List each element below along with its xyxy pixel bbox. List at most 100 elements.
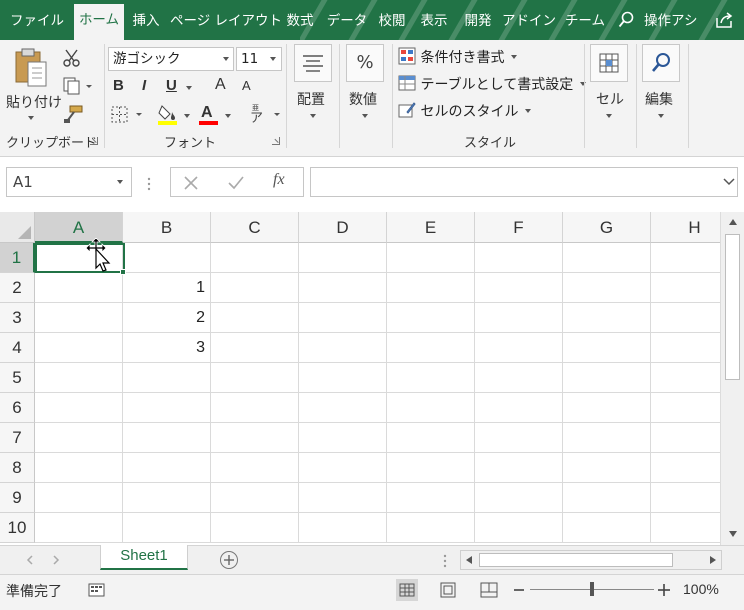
format-as-table-button[interactable]: テーブルとして書式設定: [398, 74, 586, 94]
format-painter-icon[interactable]: [62, 104, 84, 124]
tab-developer[interactable]: 開発: [460, 6, 496, 36]
alignment-button[interactable]: 配置: [292, 44, 336, 128]
cell-g3[interactable]: [563, 303, 651, 333]
row-header-9[interactable]: 9: [0, 483, 35, 513]
cell-b5[interactable]: [123, 363, 211, 393]
cell-f10[interactable]: [475, 513, 563, 543]
cell-f2[interactable]: [475, 273, 563, 303]
formula-bar-splitter-icon[interactable]: [146, 177, 152, 191]
cell-f1[interactable]: [475, 243, 563, 273]
chevron-down-icon[interactable]: [184, 114, 190, 118]
cell-f5[interactable]: [475, 363, 563, 393]
cancel-entry-icon[interactable]: [183, 175, 199, 191]
cell-e1[interactable]: [387, 243, 475, 273]
cell-c1[interactable]: [211, 243, 299, 273]
row-header-3[interactable]: 3: [0, 303, 35, 333]
scroll-up-icon[interactable]: [728, 218, 738, 226]
cell-g6[interactable]: [563, 393, 651, 423]
fill-handle[interactable]: [120, 269, 126, 275]
cell-styles-button[interactable]: セルのスタイル: [398, 101, 531, 121]
copy-icon[interactable]: [62, 76, 92, 96]
name-box[interactable]: A1: [6, 167, 132, 197]
add-sheet-button[interactable]: [220, 551, 238, 569]
cell-d7[interactable]: [299, 423, 387, 453]
column-header-g[interactable]: G: [563, 212, 651, 243]
cell-g5[interactable]: [563, 363, 651, 393]
cell-h7[interactable]: [651, 423, 720, 453]
font-name-combo[interactable]: 游ゴシック: [108, 47, 234, 71]
cell-f3[interactable]: [475, 303, 563, 333]
row-header-4[interactable]: 4: [0, 333, 35, 363]
cell-c5[interactable]: [211, 363, 299, 393]
cut-icon[interactable]: [62, 48, 82, 68]
cell-e8[interactable]: [387, 453, 475, 483]
cell-g10[interactable]: [563, 513, 651, 543]
tab-view[interactable]: 表示: [416, 6, 452, 36]
column-header-c[interactable]: C: [211, 212, 299, 243]
cell-b6[interactable]: [123, 393, 211, 423]
cell-a6[interactable]: [35, 393, 123, 423]
cell-e9[interactable]: [387, 483, 475, 513]
row-header-10[interactable]: 10: [0, 513, 35, 543]
cell-d8[interactable]: [299, 453, 387, 483]
sheet-tab-sheet1[interactable]: Sheet1: [100, 545, 188, 570]
horizontal-scroll-thumb[interactable]: [479, 553, 673, 567]
cell-e5[interactable]: [387, 363, 475, 393]
tell-me-box[interactable]: 操作アシ: [644, 6, 706, 36]
cell-a3[interactable]: [35, 303, 123, 333]
row-header-7[interactable]: 7: [0, 423, 35, 453]
cell-a9[interactable]: [35, 483, 123, 513]
cell-h5[interactable]: [651, 363, 720, 393]
cell-a5[interactable]: [35, 363, 123, 393]
scroll-left-icon[interactable]: [465, 555, 473, 565]
cell-b1[interactable]: [123, 243, 211, 273]
cell-f7[interactable]: [475, 423, 563, 453]
cell-e6[interactable]: [387, 393, 475, 423]
tab-review[interactable]: 校閲: [374, 6, 410, 36]
cell-a2[interactable]: [35, 273, 123, 303]
cell-d4[interactable]: [299, 333, 387, 363]
cell-b7[interactable]: [123, 423, 211, 453]
vertical-scroll-thumb[interactable]: [725, 234, 740, 380]
increase-font-button[interactable]: A: [215, 76, 226, 94]
font-launcher-icon[interactable]: [272, 137, 280, 145]
cell-a4[interactable]: [35, 333, 123, 363]
cell-h9[interactable]: [651, 483, 720, 513]
bold-button[interactable]: B: [113, 77, 124, 94]
tab-addins[interactable]: アドイン: [502, 6, 556, 36]
cell-f6[interactable]: [475, 393, 563, 423]
cell-c8[interactable]: [211, 453, 299, 483]
column-header-f[interactable]: F: [475, 212, 563, 243]
scroll-right-icon[interactable]: [709, 555, 717, 565]
cell-e4[interactable]: [387, 333, 475, 363]
cell-e2[interactable]: [387, 273, 475, 303]
row-header-2[interactable]: 2: [0, 273, 35, 303]
cell-h2[interactable]: [651, 273, 720, 303]
cell-e10[interactable]: [387, 513, 475, 543]
column-header-d[interactable]: D: [299, 212, 387, 243]
cell-a10[interactable]: [35, 513, 123, 543]
cell-h3[interactable]: [651, 303, 720, 333]
zoom-in-icon[interactable]: [658, 584, 670, 596]
conditional-formatting-button[interactable]: 条件付き書式: [398, 47, 517, 67]
expand-formula-bar-icon[interactable]: [723, 178, 735, 186]
cell-g2[interactable]: [563, 273, 651, 303]
cell-g9[interactable]: [563, 483, 651, 513]
cell-c4[interactable]: [211, 333, 299, 363]
cell-e7[interactable]: [387, 423, 475, 453]
borders-icon[interactable]: [110, 104, 146, 126]
sheet-prev-icon[interactable]: [26, 555, 34, 565]
cell-f4[interactable]: [475, 333, 563, 363]
clipboard-launcher-icon[interactable]: [90, 137, 98, 145]
cell-a8[interactable]: [35, 453, 123, 483]
row-header-5[interactable]: 5: [0, 363, 35, 393]
cell-d6[interactable]: [299, 393, 387, 423]
macro-record-icon[interactable]: [88, 582, 106, 598]
cell-d1[interactable]: [299, 243, 387, 273]
cell-c7[interactable]: [211, 423, 299, 453]
chevron-down-icon[interactable]: [225, 114, 231, 118]
column-header-b[interactable]: B: [123, 212, 211, 243]
cell-f9[interactable]: [475, 483, 563, 513]
page-break-view-icon[interactable]: [480, 582, 498, 598]
cell-g4[interactable]: [563, 333, 651, 363]
